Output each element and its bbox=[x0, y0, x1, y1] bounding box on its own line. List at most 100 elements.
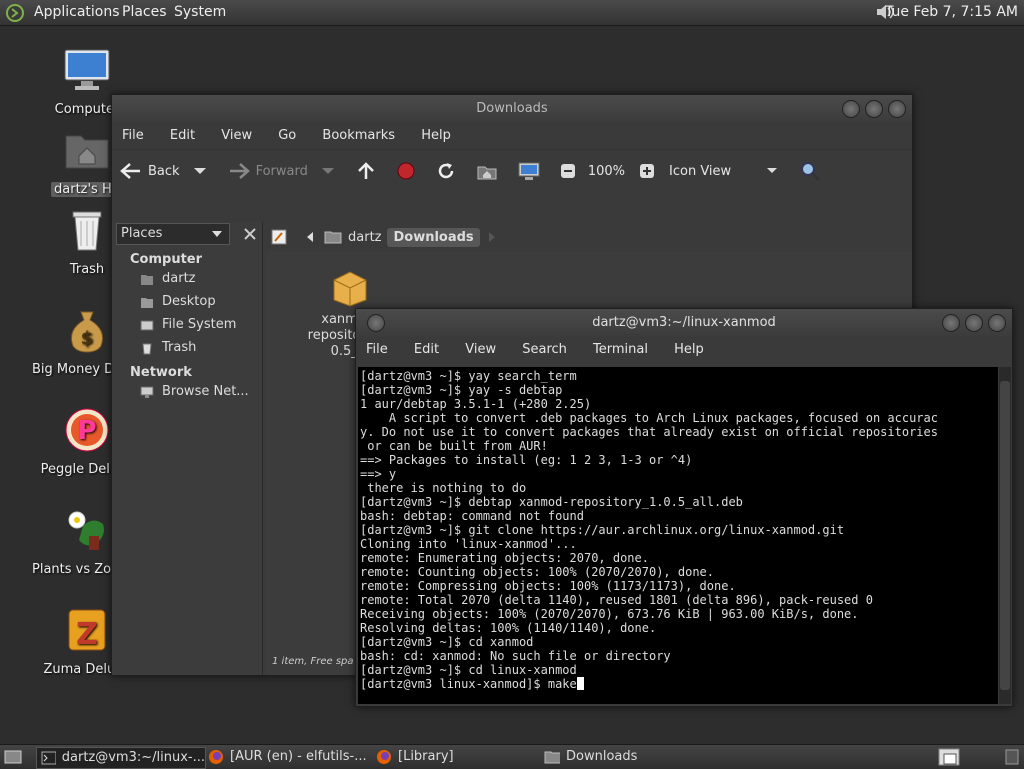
search-button[interactable] bbox=[799, 160, 827, 182]
zoom-out-icon bbox=[560, 164, 575, 178]
forward-label: Forward bbox=[255, 163, 308, 179]
back-button[interactable]: Back bbox=[120, 162, 214, 180]
zoom-in-button[interactable] bbox=[639, 163, 661, 179]
show-desktop-icon[interactable] bbox=[4, 749, 22, 765]
fm-menu-edit[interactable]: Edit bbox=[170, 128, 195, 143]
task-terminal[interactable]: dartz@vm3:~/linux-... bbox=[36, 747, 206, 769]
close-button[interactable] bbox=[888, 100, 906, 118]
reload-button[interactable] bbox=[436, 161, 462, 181]
task-label: [Library] bbox=[398, 749, 454, 764]
terminal-line: ==> Packages to install (eg: 1 2 3, 1-3 … bbox=[360, 453, 693, 467]
task-label: dartz@vm3:~/linux-... bbox=[61, 750, 205, 765]
term-menu-terminal[interactable]: Terminal bbox=[593, 342, 648, 357]
svg-text:Z: Z bbox=[76, 617, 98, 652]
up-button[interactable] bbox=[356, 161, 382, 181]
terminal-line: bash: debtap: command not found bbox=[360, 509, 584, 523]
computer-button[interactable] bbox=[518, 161, 546, 181]
menu-applications[interactable]: Applications bbox=[34, 4, 120, 20]
firefox-icon bbox=[377, 750, 391, 764]
task-label: [AUR (en) - elfutils-... bbox=[230, 749, 367, 764]
term-menu-view[interactable]: View bbox=[465, 342, 496, 357]
zoom-in-icon bbox=[640, 164, 655, 178]
edit-location-icon[interactable] bbox=[270, 228, 288, 246]
terminal-window: dartz@vm3:~/linux-xanmod File Edit View … bbox=[355, 308, 1013, 707]
chevron-right-icon[interactable] bbox=[486, 229, 498, 245]
monitor-icon bbox=[518, 162, 540, 180]
fm-title: Downloads bbox=[476, 101, 548, 116]
task-downloads[interactable]: Downloads bbox=[540, 747, 708, 767]
menu-system[interactable]: System bbox=[174, 4, 226, 20]
workspace-switcher-icon[interactable] bbox=[938, 748, 960, 766]
task-firefox-library[interactable]: [Library] bbox=[372, 747, 540, 767]
folder-icon bbox=[544, 751, 560, 764]
sidebar-item-file-system[interactable]: File System bbox=[112, 313, 262, 336]
terminal-output[interactable]: [dartz@vm3 ~]$ yay search_term [dartz@vm3… bbox=[358, 367, 998, 704]
places-combo[interactable]: Places bbox=[116, 223, 231, 245]
trash-icon bbox=[72, 211, 102, 251]
network-icon bbox=[140, 386, 154, 398]
back-label: Back bbox=[148, 163, 180, 179]
terminal-line: y. Do not use it to convert packages tha… bbox=[360, 425, 938, 439]
terminal-titlebar[interactable]: dartz@vm3:~/linux-xanmod bbox=[356, 309, 1012, 337]
maximize-button[interactable] bbox=[965, 314, 983, 332]
fm-titlebar[interactable]: Downloads bbox=[112, 95, 912, 123]
fm-menubar: File Edit View Go Bookmarks Help bbox=[112, 123, 912, 149]
trash-icon bbox=[142, 343, 152, 354]
home-button[interactable] bbox=[476, 161, 504, 181]
crumb-dartz[interactable]: dartz bbox=[342, 228, 387, 247]
home-icon bbox=[477, 166, 497, 180]
window-menu-button[interactable] bbox=[367, 314, 385, 332]
forward-button[interactable]: Forward bbox=[228, 162, 342, 180]
chevron-down-icon[interactable] bbox=[192, 166, 208, 176]
sidebar-item-desktop[interactable]: Desktop bbox=[112, 290, 262, 313]
fm-menu-bookmarks[interactable]: Bookmarks bbox=[322, 128, 395, 143]
clock[interactable]: Tue Feb 7, 7:15 AM bbox=[885, 4, 1018, 20]
chevron-left-icon[interactable] bbox=[302, 228, 318, 246]
fm-menu-file[interactable]: File bbox=[122, 128, 144, 143]
stop-icon bbox=[397, 162, 415, 180]
sidebar-item-trash[interactable]: Trash bbox=[112, 336, 262, 359]
term-menu-search[interactable]: Search bbox=[522, 342, 567, 357]
crumb-downloads[interactable]: Downloads bbox=[387, 227, 480, 247]
desktop-folder-icon bbox=[141, 297, 153, 308]
terminal-title: dartz@vm3:~/linux-xanmod bbox=[592, 315, 776, 330]
terminal-line: remote: Enumerating objects: 2070, done. bbox=[360, 551, 649, 565]
scrollbar-thumb[interactable] bbox=[1000, 381, 1010, 690]
terminal-line: [dartz@vm3 ~]$ yay -s debtap bbox=[360, 383, 563, 397]
distro-logo-icon[interactable] bbox=[6, 4, 24, 22]
term-menu-file[interactable]: File bbox=[366, 342, 388, 357]
task-firefox-aur[interactable]: [AUR (en) - elfutils-... bbox=[204, 747, 372, 767]
menu-places[interactable]: Places bbox=[122, 4, 167, 20]
minimize-button[interactable] bbox=[842, 100, 860, 118]
close-button[interactable] bbox=[988, 314, 1006, 332]
chevron-down-icon[interactable] bbox=[320, 166, 336, 176]
places-combo-label: Places bbox=[121, 226, 163, 241]
zoom-level: 100% bbox=[587, 163, 626, 179]
fm-menu-help[interactable]: Help bbox=[421, 128, 451, 143]
minimize-button[interactable] bbox=[942, 314, 960, 332]
trash-applet-icon[interactable] bbox=[1004, 748, 1020, 766]
term-menu-edit[interactable]: Edit bbox=[414, 342, 439, 357]
terminal-scrollbar[interactable] bbox=[999, 367, 1011, 704]
terminal-line: [dartz@vm3 ~]$ yay search_term bbox=[360, 369, 577, 383]
fm-menu-go[interactable]: Go bbox=[278, 128, 296, 143]
view-mode-combo[interactable]: Icon View bbox=[669, 164, 785, 179]
terminal-line: [dartz@vm3 ~]$ debtap xanmod-repository_… bbox=[360, 495, 743, 509]
close-icon[interactable] bbox=[242, 226, 258, 242]
fm-menu-view[interactable]: View bbox=[221, 128, 252, 143]
terminal-line: [dartz@vm3 ~]$ cd linux-xanmod bbox=[360, 663, 577, 677]
sidebar-section-network: Network bbox=[130, 365, 192, 380]
home-folder-icon bbox=[65, 135, 109, 169]
term-menu-help[interactable]: Help bbox=[674, 342, 704, 357]
fm-statusbar: 1 item, Free spa bbox=[272, 656, 354, 667]
stop-button[interactable] bbox=[396, 161, 422, 181]
maximize-button[interactable] bbox=[865, 100, 883, 118]
monitor-icon bbox=[64, 49, 110, 90]
sidebar-item-browse-network[interactable]: Browse Net... bbox=[112, 380, 262, 403]
zoom-out-button[interactable] bbox=[560, 163, 582, 179]
sidebar-item-label: File System bbox=[162, 317, 237, 332]
sidebar-item-label: dartz bbox=[162, 271, 196, 286]
peggle-icon: P bbox=[65, 408, 109, 452]
terminal-line: bash: cd: xanmod: No such file or direct… bbox=[360, 649, 671, 663]
sidebar-item-dartz[interactable]: dartz bbox=[112, 267, 262, 290]
